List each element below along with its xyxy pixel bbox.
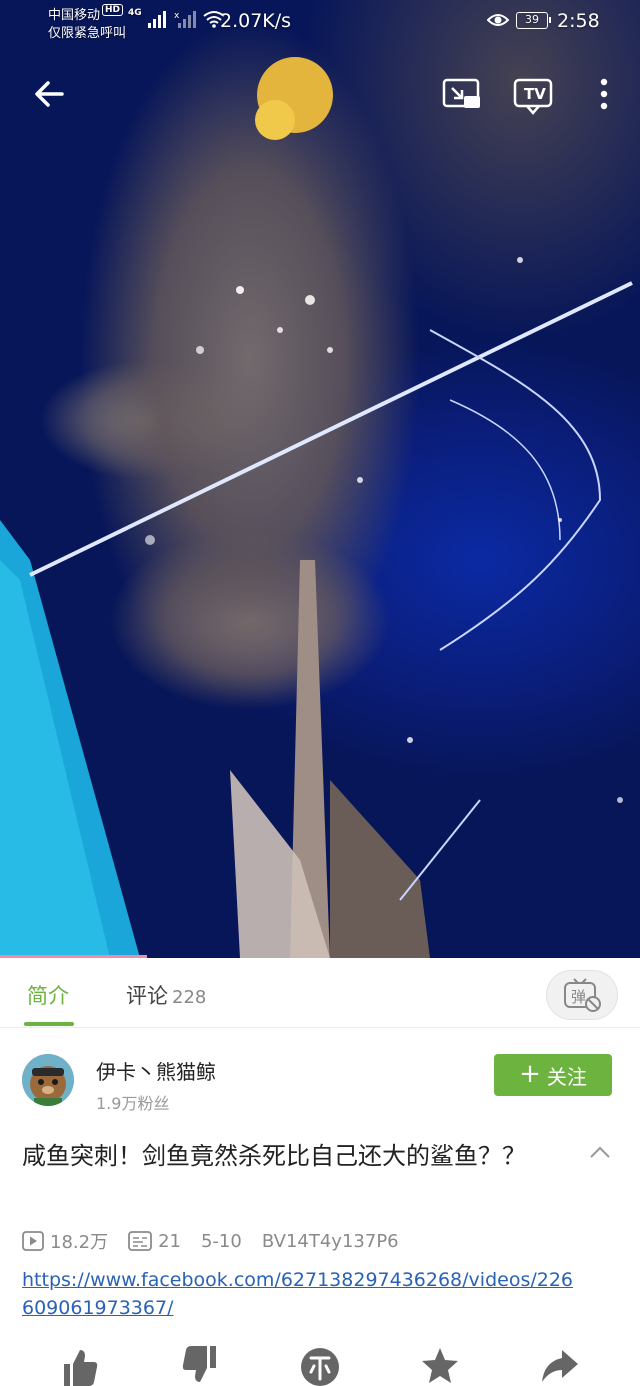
play-count: 18.2万 xyxy=(22,1228,108,1254)
favorite-button[interactable] xyxy=(418,1346,462,1386)
clock: 2:58 xyxy=(557,10,600,32)
hd-badge: HD xyxy=(102,4,124,16)
avatar-image xyxy=(22,1054,74,1106)
svg-text:弹: 弹 xyxy=(571,988,586,1006)
plus-icon: + xyxy=(519,1059,541,1089)
emergency-label: 仅限紧急呼叫 xyxy=(48,26,127,41)
cast-button[interactable] xyxy=(440,74,484,114)
cast-icon xyxy=(442,78,480,108)
more-button[interactable] xyxy=(590,74,618,114)
video-frame-art xyxy=(0,57,633,958)
tab-bar: 简介 评论 228 弹 xyxy=(0,958,640,1028)
signal-icons: 4G x xyxy=(128,8,226,28)
carrier-label: 中国移动 HD xyxy=(48,4,124,23)
more-icon xyxy=(600,78,608,110)
play-count-value: 18.2万 xyxy=(50,1232,109,1253)
comments-count: 228 xyxy=(172,987,207,1008)
back-button[interactable] xyxy=(28,74,72,114)
publish-date: 5-10 xyxy=(200,1230,242,1252)
svg-text:TV: TV xyxy=(524,85,546,103)
uploader-fans: 1.9万粉丝 xyxy=(96,1094,170,1113)
status-bar: 中国移动 HD 仅限紧急呼叫 4G x 2.07K/s 39 2:58 xyxy=(0,0,640,46)
tv-button[interactable]: TV xyxy=(510,72,556,116)
dislike-button[interactable] xyxy=(178,1346,222,1386)
follow-button[interactable]: + 关注 xyxy=(494,1054,612,1096)
network-speed: 2.07K/s xyxy=(220,10,292,32)
player-top-controls: TV xyxy=(0,60,640,124)
tab-comments-label: 评论 xyxy=(126,984,168,1008)
coin-button[interactable] xyxy=(298,1346,342,1386)
collapse-description-button[interactable] xyxy=(588,1142,612,1162)
dislike-icon xyxy=(182,1346,216,1382)
signal-icon xyxy=(147,11,166,28)
tab-intro[interactable]: 简介 xyxy=(27,980,69,1010)
play-count-icon xyxy=(22,1231,44,1251)
tab-comments[interactable]: 评论 228 xyxy=(126,980,206,1010)
back-arrow-icon xyxy=(35,81,64,107)
video-player[interactable]: 中国移动 HD 仅限紧急呼叫 4G x 2.07K/s 39 2:58 TV xyxy=(0,0,640,958)
danmaku-icon: 弹 xyxy=(564,978,601,1012)
source-link[interactable]: https://www.facebook.com/627138297436268… xyxy=(22,1266,582,1322)
battery-indicator: 39 xyxy=(516,12,551,29)
tv-icon: TV xyxy=(513,78,553,115)
danmaku-count-icon xyxy=(128,1231,152,1251)
favorite-icon xyxy=(422,1348,458,1383)
follow-label: 关注 xyxy=(546,1064,587,1089)
video-meta: 18.2万 21 5-10 BV14T4y137P6 xyxy=(22,1228,419,1254)
active-tab-indicator xyxy=(24,1022,74,1026)
chevron-up-icon xyxy=(590,1146,610,1158)
uploader-section: 伊卡丶熊猫鲸 1.9万粉丝 + 关注 xyxy=(0,1040,640,1120)
like-button[interactable] xyxy=(58,1346,102,1386)
eye-icon xyxy=(487,14,509,26)
signal-icon-2: x xyxy=(174,11,196,28)
svg-text:x: x xyxy=(174,11,180,21)
avatar[interactable] xyxy=(22,1054,74,1106)
video-title: 咸鱼突刺！剑鱼竟然杀死比自己还大的鲨鱼？？ xyxy=(22,1142,526,1170)
coin-icon xyxy=(301,1348,339,1386)
share-button[interactable] xyxy=(538,1346,582,1386)
danmaku-count-value: 21 xyxy=(158,1230,181,1252)
action-bar xyxy=(0,1346,640,1386)
danmaku-toggle-button[interactable]: 弹 xyxy=(546,970,618,1020)
network-type: 4G xyxy=(128,8,142,18)
like-icon xyxy=(64,1350,98,1386)
share-icon xyxy=(542,1350,578,1382)
uploader-name[interactable]: 伊卡丶熊猫鲸 xyxy=(96,1056,216,1085)
danmaku-count: 21 xyxy=(128,1231,181,1252)
bvid: BV14T4y137P6 xyxy=(261,1230,399,1252)
